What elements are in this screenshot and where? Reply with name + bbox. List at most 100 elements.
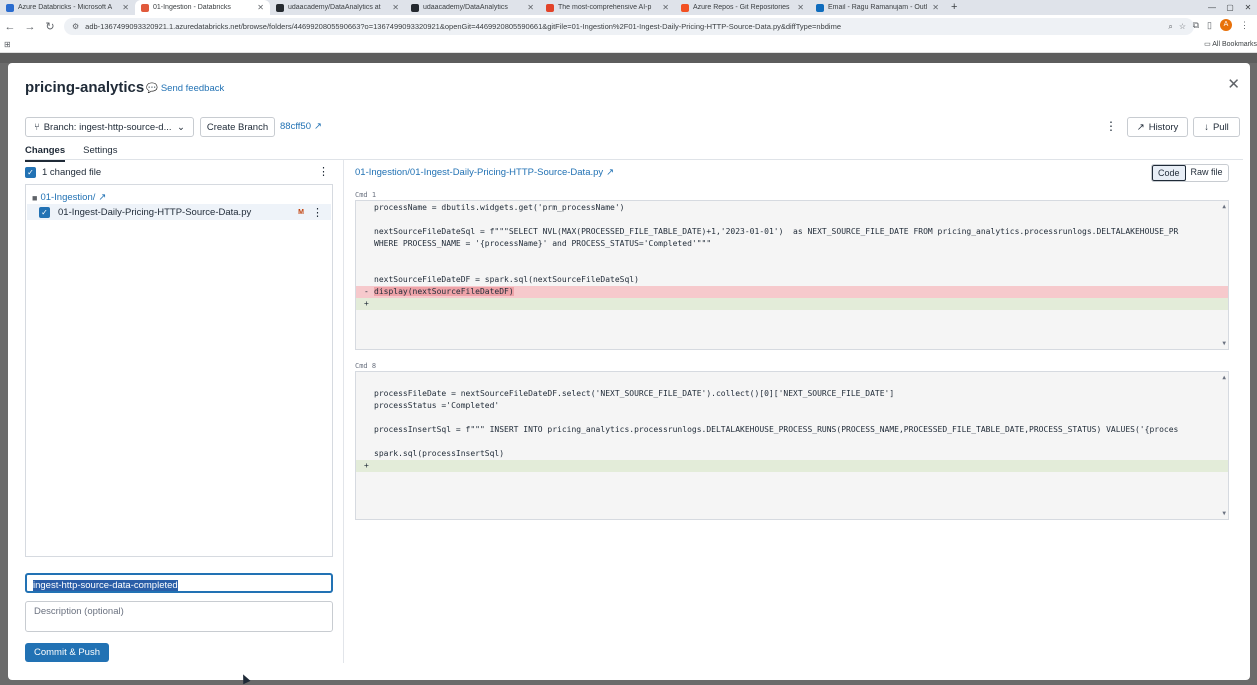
browser-tab[interactable]: Azure Repos - Git Repositories ✕ [675, 0, 810, 15]
browser-tab-label: Azure Repos - Git Repositories [693, 4, 790, 11]
branch-selector[interactable]: ⑂ Branch: ingest-http-source-d... ⌄ [25, 117, 194, 137]
code-text: nextSourceFileDateDF = spark.sql(nextSou… [374, 275, 639, 284]
close-tab-icon[interactable]: ✕ [122, 3, 129, 12]
forward-icon[interactable]: → [20, 21, 40, 33]
external-link-icon: ↗ [606, 167, 615, 178]
browser-tab[interactable]: Azure Databricks - Microsoft A ✕ [0, 0, 135, 15]
code-text: display(nextSourceFileDateDF) [374, 287, 514, 296]
code-text: WHERE PROCESS_NAME = '{processName}' and… [374, 239, 712, 248]
back-icon[interactable]: ← [0, 21, 20, 33]
commit-hash-link[interactable]: 88cff50 ↗ [280, 121, 322, 132]
folder-icon: ■ [32, 192, 38, 203]
maximize-icon[interactable]: ▢ [1221, 0, 1239, 15]
browser-tab[interactable]: The most-comprehensive AI-p ✕ [540, 0, 675, 15]
pull-button[interactable]: ↓ Pull [1193, 117, 1240, 137]
browser-menu-icon[interactable]: ⋮ [1240, 20, 1249, 31]
browser-tab-label: The most-comprehensive AI-p [558, 4, 652, 11]
changes-menu-icon[interactable]: ⋮ [318, 165, 329, 178]
close-tab-icon[interactable]: ✕ [392, 3, 399, 12]
more-options-icon[interactable]: ⋮ [1105, 119, 1117, 133]
azure-icon [6, 3, 14, 12]
diff-line [356, 250, 1228, 262]
code-text: processStatus ='Completed' [374, 401, 500, 410]
repo-title: pricing-analytics [25, 79, 145, 96]
diff-line: nextSourceFileDateDF = spark.sql(nextSou… [356, 274, 1228, 286]
chevron-down-icon: ⌄ [177, 121, 185, 133]
browser-tab-label: Azure Databricks - Microsoft A [18, 4, 113, 11]
send-feedback-label: Send feedback [160, 83, 225, 94]
commit-hash-label: 88cff50 [280, 121, 311, 132]
browser-tab-label: Email - Ragu Ramanujam - Outl [828, 4, 928, 11]
diff-line [356, 376, 1228, 388]
close-tab-icon[interactable]: ✕ [797, 3, 804, 12]
url-text[interactable]: adb-1367499093320921.1.azuredatabricks.n… [85, 22, 1162, 31]
modified-badge: M [298, 208, 304, 216]
all-bookmarks[interactable]: ▭ All Bookmarks [1204, 40, 1257, 48]
select-all-checkbox[interactable]: ✓ [25, 166, 36, 178]
new-tab-icon[interactable]: + [945, 0, 963, 15]
address-bar[interactable]: ⚙ adb-1367499093320921.1.azuredatabricks… [64, 18, 1194, 35]
create-branch-button[interactable]: Create Branch [200, 117, 275, 137]
feedback-icon: 💬 [146, 83, 158, 94]
close-window-icon[interactable]: ✕ [1239, 0, 1257, 15]
close-tab-icon[interactable]: ✕ [932, 3, 939, 12]
browser-tab[interactable]: Email - Ragu Ramanujam - Outl ✕ [810, 0, 945, 15]
file-name: 01-Ingest-Daily-Pricing-HTTP-Source-Data… [58, 206, 252, 218]
code-text: nextSourceFileDateSql = f"""SELECT NVL(M… [374, 227, 1179, 236]
close-tab-icon[interactable]: ✕ [257, 3, 264, 12]
diff-line: spark.sql(processInsertSql) [356, 448, 1228, 460]
view-toggle: Code Raw file [1151, 164, 1229, 182]
send-feedback-link[interactable]: 💬 Send feedback [146, 83, 224, 94]
profile-avatar[interactable]: A [1220, 19, 1232, 31]
tabs-divider [25, 159, 1243, 160]
plus-marker: + [364, 461, 369, 470]
cell-label: Cmd 8 [355, 362, 377, 370]
commit-push-button[interactable]: Commit & Push [25, 643, 109, 662]
modal-backdrop [0, 53, 1257, 63]
browser-tab[interactable]: udaacademy/DataAnalytics ✕ [405, 0, 540, 15]
changed-files-list: ■ 01-Ingestion/ ↗ ✓ 01-Ingest-Daily-Pric… [25, 184, 333, 557]
close-tab-icon[interactable]: ✕ [662, 3, 669, 12]
diff-line [356, 214, 1228, 226]
zoom-icon[interactable]: ⌕ [1168, 22, 1172, 32]
cell-label: Cmd 1 [355, 191, 377, 199]
pull-icon: ↓ [1204, 121, 1209, 133]
split-view-icon[interactable]: ▯ [1207, 20, 1212, 31]
code-text: spark.sql(processInsertSql) [374, 449, 505, 458]
scroll-down-icon[interactable]: ▼ [1222, 510, 1226, 517]
browser-tab[interactable]: udaacademy/DataAnalytics at ✕ [270, 0, 405, 15]
microsoft-icon [681, 3, 689, 12]
branch-label: Branch: ingest-http-source-d... [43, 121, 172, 133]
close-icon[interactable]: ✕ [1227, 75, 1240, 93]
site-info-icon[interactable]: ⚙ [72, 22, 79, 31]
diff-file-path-link[interactable]: 01-Ingestion/01-Ingest-Daily-Pricing-HTT… [355, 167, 614, 178]
diff-line: processFileDate = nextSourceFileDateDF.s… [356, 388, 1228, 400]
history-icon: ↗ [1136, 121, 1145, 133]
file-checkbox[interactable]: ✓ [39, 206, 50, 218]
pane-divider[interactable] [343, 160, 344, 663]
commit-message-input[interactable]: ingest-http-source-data-completed [25, 573, 333, 593]
browser-tab[interactable]: 01-Ingestion - Databricks ✕ [135, 0, 270, 15]
apps-grid-icon[interactable]: ⊞ [4, 40, 11, 49]
browser-tab-label: 01-Ingestion - Databricks [153, 4, 231, 11]
scroll-down-icon[interactable]: ▼ [1222, 340, 1226, 347]
bookmarks-bar: ⊞ ▭ All Bookmarks [0, 38, 1257, 53]
diff-file-path: 01-Ingestion/01-Ingest-Daily-Pricing-HTT… [355, 167, 604, 178]
history-button[interactable]: ↗ History [1127, 117, 1188, 137]
diff-line-added: + [356, 298, 1228, 310]
history-label: History [1148, 121, 1179, 133]
raw-file-button[interactable]: Raw file [1186, 165, 1228, 181]
close-tab-icon[interactable]: ✕ [527, 3, 534, 12]
github-icon [276, 3, 284, 12]
bookmark-star-icon[interactable]: ☆ [1179, 22, 1186, 31]
description-input[interactable]: Description (optional) [25, 601, 333, 632]
folder-item[interactable]: ■ 01-Ingestion/ ↗ [32, 192, 106, 203]
code-view-button[interactable]: Code [1152, 165, 1186, 181]
file-menu-icon[interactable]: ⋮ [312, 206, 323, 219]
extensions-icon[interactable]: ⧉ [1193, 20, 1199, 31]
reload-icon[interactable]: ↻ [40, 20, 60, 33]
plus-marker: + [364, 299, 369, 308]
minimize-icon[interactable]: — [1203, 0, 1221, 15]
diff-line: processName = dbutils.widgets.get('prm_p… [356, 202, 1228, 214]
file-row[interactable]: ✓ 01-Ingest-Daily-Pricing-HTTP-Source-Da… [27, 204, 331, 220]
